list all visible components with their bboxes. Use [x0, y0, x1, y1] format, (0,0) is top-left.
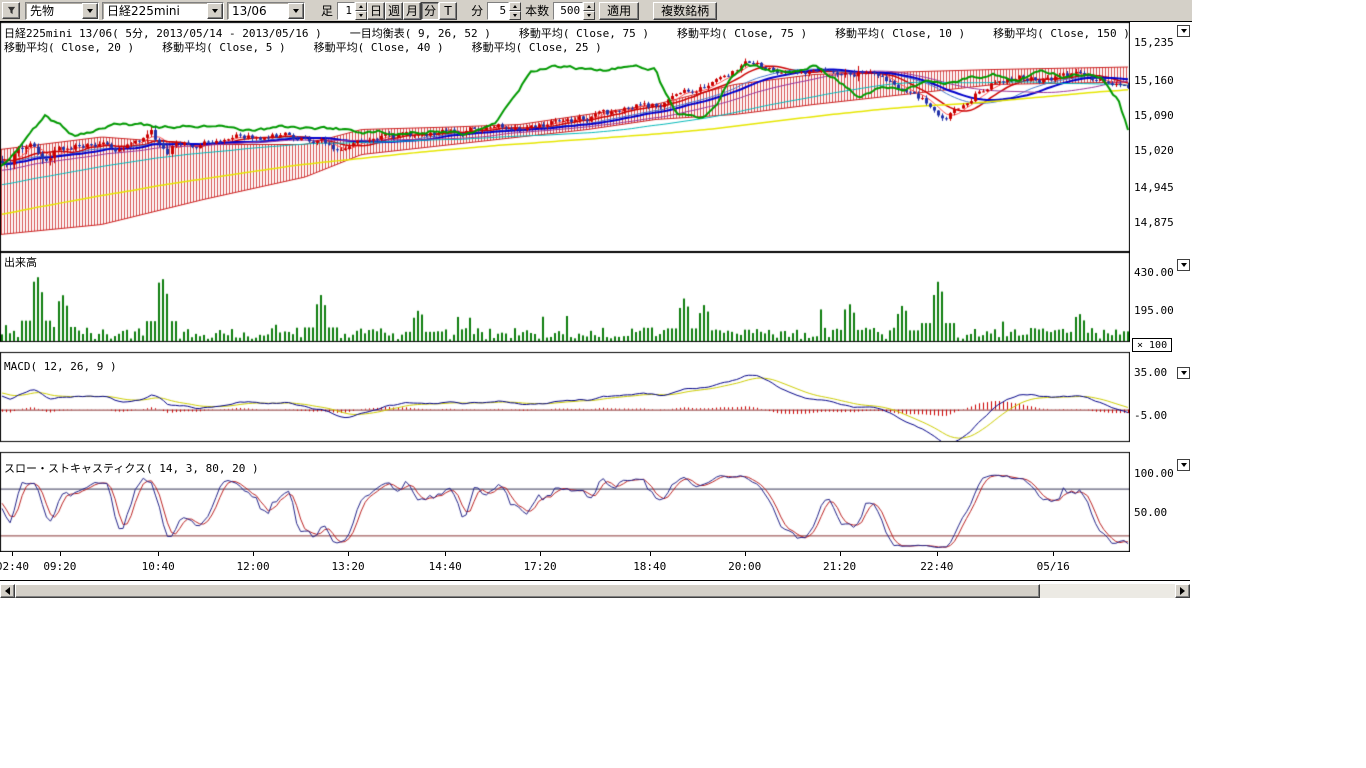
- price-axis-label: 14,875: [1134, 216, 1174, 229]
- time-axis-tick: [745, 552, 746, 556]
- time-axis-tick: [253, 552, 254, 556]
- funnel-icon: [7, 6, 16, 15]
- time-axis-label: 13:20: [331, 560, 365, 573]
- symbol-select[interactable]: 日経225mini: [102, 2, 224, 20]
- time-axis-label: 05/16: [1036, 560, 1070, 573]
- spin-up-button[interactable]: [509, 2, 521, 11]
- time-axis-label: 02:40: [0, 560, 29, 573]
- price-panel-menu-button[interactable]: [1177, 25, 1190, 37]
- chart-bottom-border: [0, 580, 1190, 581]
- time-axis-tick: [348, 552, 349, 556]
- symbol-filter-button[interactable]: [2, 2, 20, 19]
- category-select[interactable]: 先物: [25, 2, 99, 20]
- chevron-down-icon[interactable]: [288, 3, 304, 19]
- spin-up-button[interactable]: [583, 2, 595, 11]
- scroll-right-button[interactable]: [1175, 584, 1190, 598]
- time-axis-tick: [445, 552, 446, 556]
- category-value: 先物: [26, 2, 82, 19]
- scrollbar-thumb[interactable]: [15, 584, 1040, 598]
- period-button-week[interactable]: 週: [385, 2, 403, 20]
- contract-value: 13/06: [228, 4, 288, 18]
- price-axis-label: 14,945: [1134, 181, 1174, 194]
- spin-down-button[interactable]: [509, 11, 521, 20]
- chart-canvas[interactable]: [0, 22, 1130, 552]
- stoch-axis-label: 50.00: [1134, 506, 1167, 519]
- horizontal-scrollbar[interactable]: [0, 584, 1190, 598]
- time-axis-tick: [840, 552, 841, 556]
- period-button-minute[interactable]: 分: [421, 2, 439, 20]
- time-axis-tick: [540, 552, 541, 556]
- multi-symbol-button[interactable]: 複数銘柄: [653, 2, 717, 20]
- volume-panel-menu-button[interactable]: [1177, 259, 1190, 271]
- time-axis-label: 10:40: [141, 560, 175, 573]
- time-axis-label: 18:40: [633, 560, 667, 573]
- macd-panel-menu-button[interactable]: [1177, 367, 1190, 379]
- volume-axis-label: 195.00: [1134, 304, 1174, 317]
- time-axis-tick: [158, 552, 159, 556]
- macd-axis-label: -5.00: [1134, 409, 1167, 422]
- time-axis-tick: [12, 552, 13, 556]
- time-axis-label: 12:00: [236, 560, 270, 573]
- time-axis-label: 22:40: [920, 560, 954, 573]
- time-axis-tick: [650, 552, 651, 556]
- bar-count-stepper: [553, 2, 595, 20]
- minutes-stepper: [487, 2, 521, 20]
- period-button-tick[interactable]: T: [439, 2, 457, 20]
- scrollbar-track[interactable]: [15, 584, 1175, 598]
- time-axis-tick: [1053, 552, 1054, 556]
- time-axis-tick: [60, 552, 61, 556]
- chart-area: 日経225mini 13/06( 5分, 2013/05/14 - 2013/0…: [0, 21, 1192, 600]
- price-axis-label: 15,090: [1134, 109, 1174, 122]
- volume-axis-label: 430.00: [1134, 266, 1174, 279]
- bar-count-label: 本数: [525, 2, 549, 19]
- bar-type-label: 足: [321, 2, 333, 19]
- time-axis-label: 20:00: [728, 560, 762, 573]
- toolbar: 先物 日経225mini 13/06 足 日 週 月 分 T 分: [0, 0, 1192, 21]
- spin-down-button[interactable]: [583, 11, 595, 20]
- chevron-down-icon[interactable]: [207, 3, 223, 19]
- macd-axis-label: 35.00: [1134, 366, 1167, 379]
- time-axis-label: 21:20: [823, 560, 857, 573]
- spin-up-button[interactable]: [355, 2, 367, 11]
- bar-count-input[interactable]: [553, 2, 583, 20]
- minutes-label: 分: [471, 2, 483, 19]
- chart-application: 先物 日経225mini 13/06 足 日 週 月 分 T 分: [0, 0, 1192, 600]
- time-axis-label: 09:20: [43, 560, 77, 573]
- price-axis-label: 15,020: [1134, 144, 1174, 157]
- price-axis-label: 15,160: [1134, 74, 1174, 87]
- stoch-axis-label: 100.00: [1134, 467, 1174, 480]
- price-axis-label: 15,235: [1134, 36, 1174, 49]
- volume-multiplier-badge: × 100: [1132, 338, 1172, 352]
- stochastics-panel-menu-button[interactable]: [1177, 459, 1190, 471]
- apply-button[interactable]: 適用: [599, 2, 639, 20]
- contract-month-select[interactable]: 13/06: [227, 2, 305, 20]
- period-button-month[interactable]: 月: [403, 2, 421, 20]
- time-axis-tick: [937, 552, 938, 556]
- bar-interval-input[interactable]: [337, 2, 355, 20]
- scroll-left-button[interactable]: [0, 584, 15, 598]
- period-button-day[interactable]: 日: [367, 2, 385, 20]
- chevron-down-icon[interactable]: [82, 3, 98, 19]
- bar-interval-stepper: [337, 2, 367, 20]
- minutes-input[interactable]: [487, 2, 509, 20]
- symbol-value: 日経225mini: [103, 2, 207, 19]
- spin-down-button[interactable]: [355, 11, 367, 20]
- time-axis-label: 17:20: [523, 560, 557, 573]
- time-axis-label: 14:40: [428, 560, 462, 573]
